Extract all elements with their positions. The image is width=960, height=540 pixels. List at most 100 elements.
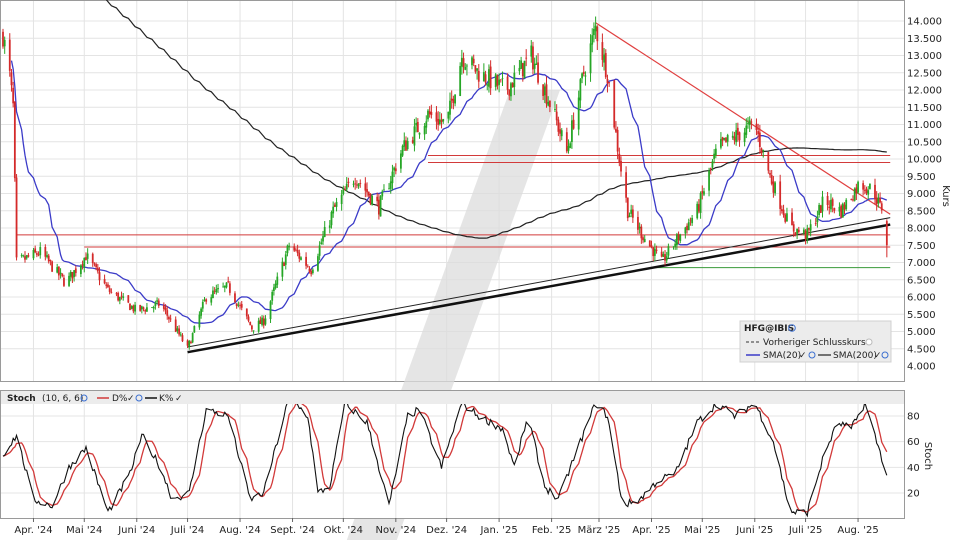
stoch-d-check-icon[interactable]: ✓ — [127, 394, 135, 404]
candle-body — [271, 291, 274, 301]
legend: HFG@IBIS Vorheriger Schlusskurs SMA(20) … — [739, 320, 892, 363]
candle-body — [460, 57, 463, 67]
candle-body — [286, 245, 289, 254]
candle-body — [389, 181, 392, 189]
candle-body — [501, 78, 504, 80]
stoch-k-check-icon[interactable]: ✓ — [175, 394, 183, 404]
candle-body — [830, 199, 832, 210]
candle-body — [295, 249, 297, 251]
candle-body — [117, 292, 120, 301]
candle-body — [880, 203, 883, 211]
legend-title: HFG@IBIS — [744, 324, 794, 334]
candle-body — [520, 60, 523, 69]
candle-body — [352, 183, 355, 185]
candle-body — [708, 170, 710, 191]
x-tick-label: Dez. '24 — [426, 525, 467, 536]
candle-body — [582, 71, 585, 74]
candle-body — [22, 255, 25, 257]
candle-body — [188, 341, 191, 347]
candle-body — [850, 199, 853, 200]
candle-body — [345, 183, 348, 190]
candle-body — [662, 254, 665, 257]
candle-body — [762, 149, 765, 151]
candle-body — [403, 140, 406, 147]
candle-body — [593, 28, 595, 36]
candle-body — [191, 333, 194, 343]
candle-body — [735, 130, 738, 143]
candle-body — [814, 223, 817, 225]
candle-body — [164, 307, 167, 311]
candle-body — [274, 283, 277, 289]
candle-body — [454, 94, 456, 104]
candle-body — [808, 228, 810, 230]
candle-body — [498, 79, 501, 85]
candle-body — [3, 39, 6, 47]
candle-body — [462, 58, 465, 68]
main-y-tick-label: 8.500 — [907, 206, 936, 217]
x-tick-label: Mai '25 — [684, 525, 720, 536]
candle-body — [259, 319, 262, 325]
candle-body — [284, 254, 287, 265]
x-tick-label: Apr. '24 — [14, 525, 52, 536]
candle-body — [867, 190, 870, 195]
candle-body — [796, 228, 799, 234]
candle-body — [79, 265, 82, 275]
stoch-y-tick-label: 40 — [907, 463, 920, 474]
candle-body — [869, 183, 871, 189]
candle-body — [51, 261, 54, 272]
candle-body — [852, 199, 854, 201]
candle-body — [738, 132, 741, 141]
candle-body — [826, 195, 829, 206]
candle-body — [625, 172, 627, 198]
candle-body — [466, 65, 468, 67]
candle-body — [428, 111, 431, 115]
candle-body — [745, 125, 748, 135]
candle-body — [786, 213, 788, 222]
candle-body — [283, 262, 285, 267]
candle-body — [584, 75, 587, 77]
main-y-axis: 4.000 4.500 5.000 5.500 6.000 6.500 7.000 7.500… — [907, 17, 942, 373]
candle-body — [96, 267, 99, 272]
candle-body — [366, 189, 368, 193]
candle-body — [674, 243, 677, 247]
candle-body — [660, 251, 663, 257]
legend-sma200-check-icon[interactable]: ✓ — [874, 351, 882, 361]
candle-body — [144, 309, 147, 312]
candle-body — [151, 307, 153, 309]
candle-body — [115, 293, 118, 295]
candle-body — [477, 70, 480, 82]
candle-body — [240, 304, 243, 308]
candle-body — [168, 316, 170, 320]
stoch-title: Stoch — [7, 394, 36, 404]
candle-body — [247, 316, 250, 321]
candle-body — [10, 72, 13, 86]
stoch-y-tick-label: 60 — [907, 437, 920, 448]
candle-body — [344, 189, 346, 191]
candle-body — [792, 224, 795, 232]
legend-sma20-check-icon[interactable]: ✓ — [799, 351, 807, 361]
candle-body — [328, 225, 331, 228]
legend-prev-close-toggle-icon[interactable] — [865, 338, 873, 346]
candle-body — [306, 266, 309, 268]
candle-body — [733, 136, 736, 141]
candle-body — [774, 182, 776, 194]
candle-body — [687, 222, 690, 231]
candle-body — [393, 167, 396, 171]
candle-body — [862, 183, 865, 190]
candle-body — [696, 203, 699, 219]
candle-body — [784, 214, 787, 222]
candle-body — [506, 76, 509, 90]
candle-body — [335, 201, 338, 207]
candle-body — [591, 35, 594, 45]
candle-body — [472, 58, 475, 64]
candle-body — [416, 121, 419, 133]
candle-body — [245, 308, 248, 317]
candle-body — [34, 248, 37, 253]
candle-body — [120, 295, 123, 297]
candle-body — [664, 254, 666, 261]
candle-body — [482, 72, 485, 82]
x-tick-label: Nov. '24 — [376, 525, 417, 536]
x-tick-label: Aug. '24 — [219, 525, 260, 536]
candle-body — [93, 263, 96, 265]
candle-body — [68, 275, 70, 286]
